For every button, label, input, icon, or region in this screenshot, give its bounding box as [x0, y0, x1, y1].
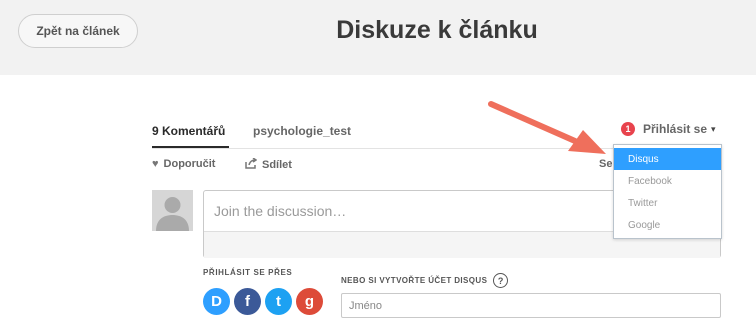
dropdown-item-google[interactable]: Google [614, 214, 721, 236]
facebook-login-icon[interactable]: f [234, 288, 261, 315]
chevron-down-icon[interactable]: ▾ [711, 124, 716, 135]
name-input[interactable]: Jméno [341, 293, 721, 318]
login-with-label: PŘIHLÁSIT SE PŘES [203, 268, 293, 277]
recommend-button[interactable]: ♥ Doporučit [152, 158, 215, 170]
login-menu[interactable]: 1 Přihlásit se ▾ [621, 122, 716, 136]
dropdown-item-disqus[interactable]: Disqus [614, 148, 721, 170]
signup-label: NEBO SI VYTVOŘTE ÚČET DISQUS ? [341, 273, 509, 288]
google-login-icon[interactable]: g [296, 288, 323, 315]
dropdown-item-facebook[interactable]: Facebook [614, 170, 721, 192]
share-icon [245, 157, 258, 172]
share-label: Sdílet [262, 159, 292, 171]
share-button[interactable]: Sdílet [245, 157, 292, 172]
page-title: Diskuze k článku [336, 16, 538, 44]
dropdown-item-twitter[interactable]: Twitter [614, 192, 721, 214]
login-label[interactable]: Přihlásit se [643, 122, 707, 136]
tab-forum[interactable]: psychologie_test [253, 124, 351, 138]
recommend-label: Doporučit [163, 158, 216, 170]
page-header: Zpět na článek Diskuze k článku [0, 0, 756, 75]
heart-icon: ♥ [152, 158, 159, 170]
active-tab-indicator [152, 146, 229, 148]
help-icon[interactable]: ? [493, 273, 509, 288]
user-silhouette-icon [156, 197, 189, 231]
sort-menu[interactable]: Se [599, 158, 612, 170]
disqus-login-icon[interactable]: D [203, 288, 230, 315]
login-dropdown: Disqus Facebook Twitter Google [613, 144, 722, 239]
signup-label-text: NEBO SI VYTVOŘTE ÚČET DISQUS [341, 276, 488, 285]
twitter-login-icon[interactable]: t [265, 288, 292, 315]
avatar [152, 190, 193, 231]
notification-badge: 1 [621, 122, 635, 136]
tab-comments[interactable]: 9 Komentářů [152, 124, 225, 138]
